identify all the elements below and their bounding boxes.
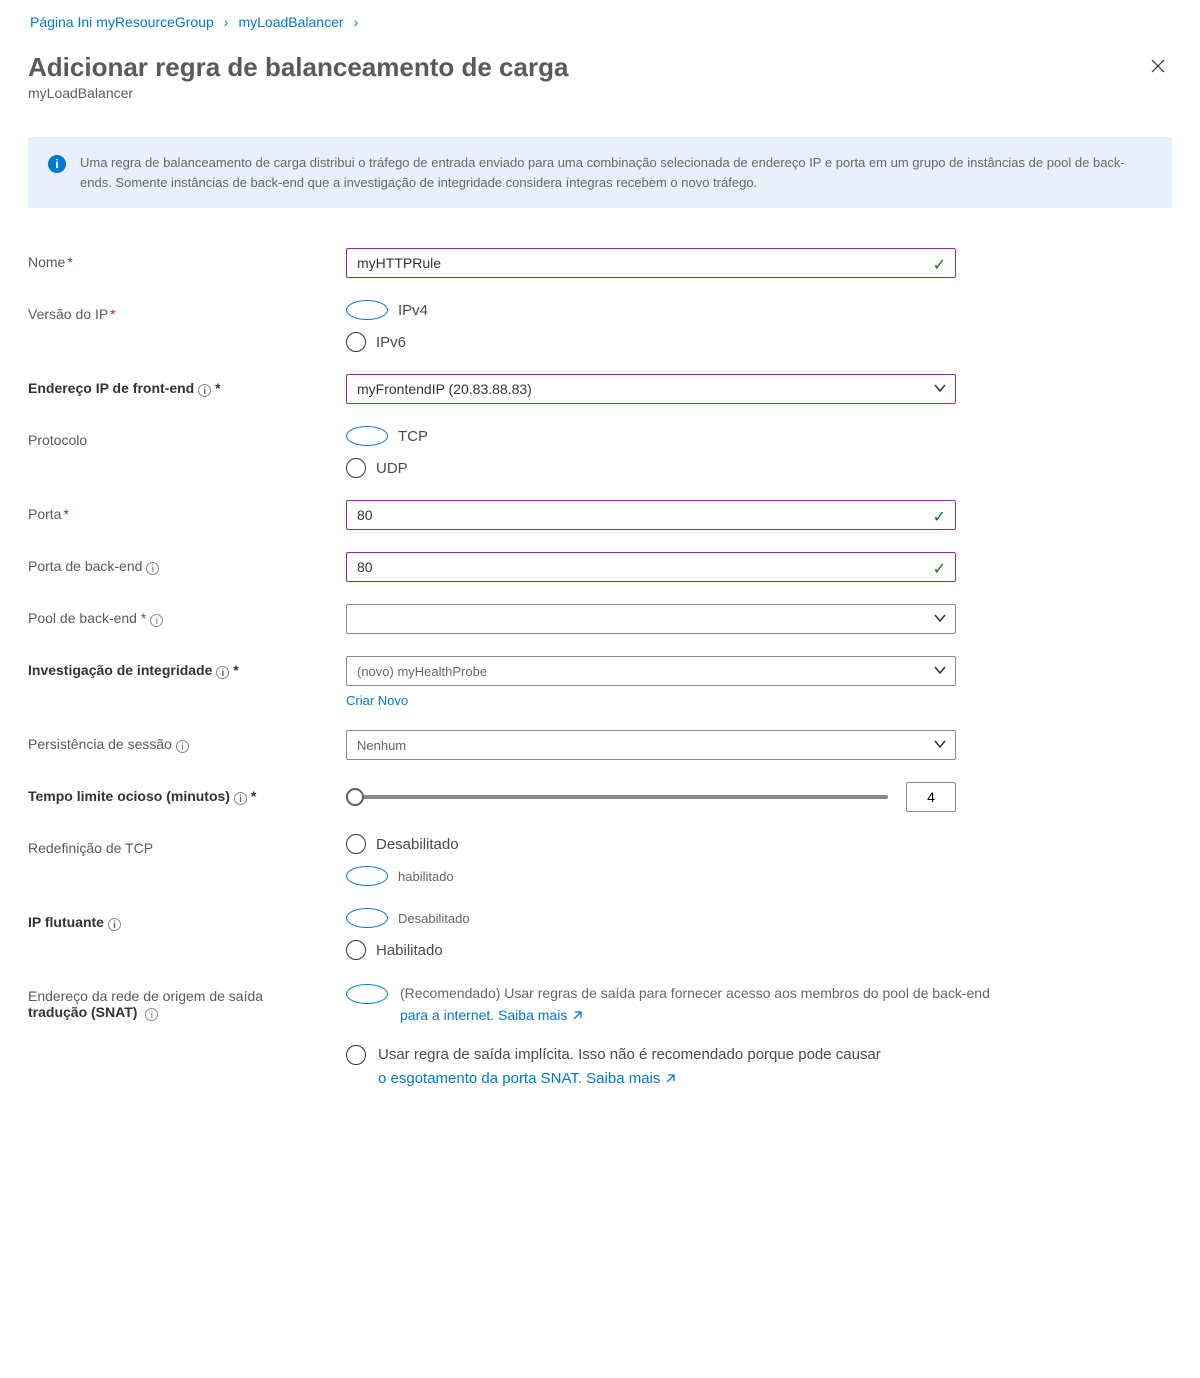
snat-learn-more-link-1[interactable]: para a internet. Saiba mais xyxy=(400,1007,583,1023)
info-text: Uma regra de balanceamento de carga dist… xyxy=(80,153,1152,192)
label-snat: Endereço da rede de origem de saída trad… xyxy=(28,982,346,1021)
chevron-right-icon: › xyxy=(224,14,229,30)
label-protocol: Protocolo xyxy=(28,426,346,448)
info-circle-icon[interactable]: i xyxy=(234,792,247,805)
snat-learn-more-link-2[interactable]: o esgotamento da porta SNAT. Saiba mais xyxy=(378,1070,660,1087)
port-input[interactable] xyxy=(346,500,956,530)
backend-port-input[interactable] xyxy=(346,552,956,582)
slider-thumb[interactable] xyxy=(346,788,364,806)
info-icon: i xyxy=(48,155,66,173)
radio-snat-implicit[interactable]: Usar regra de saída implícita. Isso não … xyxy=(346,1043,1172,1093)
crumb-lb[interactable]: myLoadBalancer xyxy=(238,14,343,30)
session-persistence-select[interactable] xyxy=(346,730,956,760)
label-idle-timeout: Tempo limite ocioso (minutos)i * xyxy=(28,782,346,805)
crumb-home[interactable]: Página Ini xyxy=(30,14,92,30)
radio-udp[interactable]: UDP xyxy=(346,458,1172,478)
info-circle-icon[interactable]: i xyxy=(146,562,159,575)
label-backend-port: Porta de back-endi xyxy=(28,552,346,575)
name-input[interactable] xyxy=(346,248,956,278)
label-ip-version: Versão do IP* xyxy=(28,300,346,322)
label-frontend-ip: Endereço IP de front-endi * xyxy=(28,374,346,397)
external-link-icon xyxy=(664,1069,676,1093)
idle-timeout-value[interactable] xyxy=(906,782,956,812)
backend-pool-select[interactable] xyxy=(346,604,956,634)
radio-snat-recommended[interactable]: (Recomendado) Usar regras de saída para … xyxy=(346,982,1172,1029)
label-tcp-reset: Redefinição de TCP xyxy=(28,834,346,856)
radio-tcp-reset-on[interactable]: habilitado xyxy=(346,866,1172,886)
page-title: Adicionar regra de balanceamento de carg… xyxy=(28,52,568,83)
label-floating-ip: IP flutuantei xyxy=(28,908,346,931)
info-circle-icon[interactable]: i xyxy=(176,740,189,753)
label-session-persistence: Persistência de sessãoi xyxy=(28,730,346,753)
crumb-rg[interactable]: myResourceGroup xyxy=(96,14,214,30)
radio-tcp[interactable]: TCP xyxy=(346,426,1172,446)
info-circle-icon[interactable]: i xyxy=(198,384,211,397)
info-circle-icon[interactable]: i xyxy=(108,918,121,931)
label-port: Porta* xyxy=(28,500,346,522)
info-circle-icon[interactable]: i xyxy=(145,1008,158,1021)
info-banner: i Uma regra de balanceamento de carga di… xyxy=(28,137,1172,208)
close-icon[interactable] xyxy=(1144,52,1172,85)
chevron-right-icon: › xyxy=(354,14,359,30)
frontend-ip-select[interactable] xyxy=(346,374,956,404)
label-health-probe: Investigação de integridadei * xyxy=(28,656,346,679)
radio-floating-on[interactable]: Habilitado xyxy=(346,940,1172,960)
label-backend-pool: Pool de back-end *i xyxy=(28,604,346,627)
radio-ipv6[interactable]: IPv6 xyxy=(346,332,1172,352)
breadcrumb: Página InimyResourceGroup › myLoadBalanc… xyxy=(28,14,1172,30)
label-name: Nome* xyxy=(28,248,346,270)
radio-tcp-reset-off[interactable]: Desabilitado xyxy=(346,834,1172,854)
page-subtitle: myLoadBalancer xyxy=(28,85,568,101)
idle-timeout-slider[interactable] xyxy=(346,795,888,799)
health-probe-select[interactable] xyxy=(346,656,956,686)
external-link-icon xyxy=(571,1006,583,1028)
info-circle-icon[interactable]: i xyxy=(150,614,163,627)
create-new-probe-link[interactable]: Criar Novo xyxy=(346,693,408,708)
info-circle-icon[interactable]: i xyxy=(216,666,229,679)
radio-ipv4[interactable]: IPv4 xyxy=(346,300,1172,320)
radio-floating-off[interactable]: Desabilitado xyxy=(346,908,1172,928)
